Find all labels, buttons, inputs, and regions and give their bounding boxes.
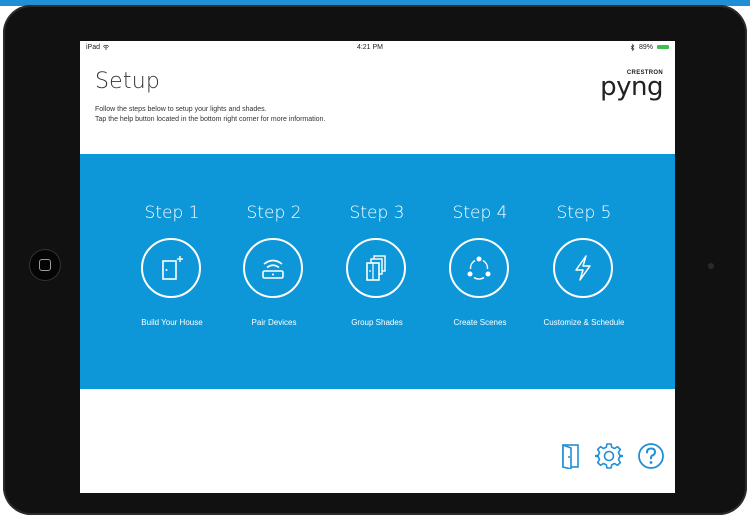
logo-product: pyng (600, 72, 663, 102)
door-plus-icon (141, 238, 201, 298)
device-label: iPad (86, 44, 110, 51)
status-bar: iPad 4:21 PM 89% (80, 41, 675, 53)
ipad-frame: iPad 4:21 PM 89% Setup Follow the steps … (3, 5, 747, 515)
step-title: Step 3 (349, 203, 405, 223)
page-header: Setup Follow the steps below to setup yo… (80, 53, 675, 154)
step-title: Step 5 (556, 203, 612, 223)
wifi-icon (102, 44, 110, 50)
step-label: Pair Devices (251, 318, 297, 327)
home-button[interactable] (30, 250, 60, 280)
instructions: Follow the steps below to setup your lig… (95, 105, 325, 125)
scene-dots-icon (449, 238, 509, 298)
status-right: 89% (630, 43, 669, 51)
instruction-line-2: Tap the help button located in the botto… (95, 116, 326, 123)
battery-icon (657, 45, 669, 49)
instruction-line-1: Follow the steps below to setup your lig… (95, 106, 267, 113)
page-title: Setup (95, 69, 161, 94)
stacked-shades-icon (346, 238, 406, 298)
step-label: Customize & Schedule (543, 318, 625, 327)
bluetooth-icon (630, 43, 635, 51)
step-title: Step 4 (452, 203, 508, 223)
gear-icon[interactable] (594, 442, 624, 475)
crestron-pyng-logo: CRESTRON pyng (600, 70, 663, 102)
camera (708, 263, 714, 269)
status-time: 4:21 PM (356, 43, 384, 51)
step-label: Group Shades (351, 318, 403, 327)
wireless-device-icon (243, 238, 303, 298)
lightning-icon (553, 238, 613, 298)
battery-percent: 89% (638, 43, 653, 51)
help-icon[interactable] (637, 442, 665, 475)
app-screen: iPad 4:21 PM 89% Setup Follow the steps … (80, 41, 675, 493)
footer-toolbar (561, 442, 665, 475)
exit-door-icon[interactable] (561, 443, 581, 474)
step-title: Step 2 (246, 203, 302, 223)
steps-panel: Step 1 Build Your House Step 2 Pair Devi… (80, 154, 675, 389)
step-label: Create Scenes (453, 318, 507, 327)
